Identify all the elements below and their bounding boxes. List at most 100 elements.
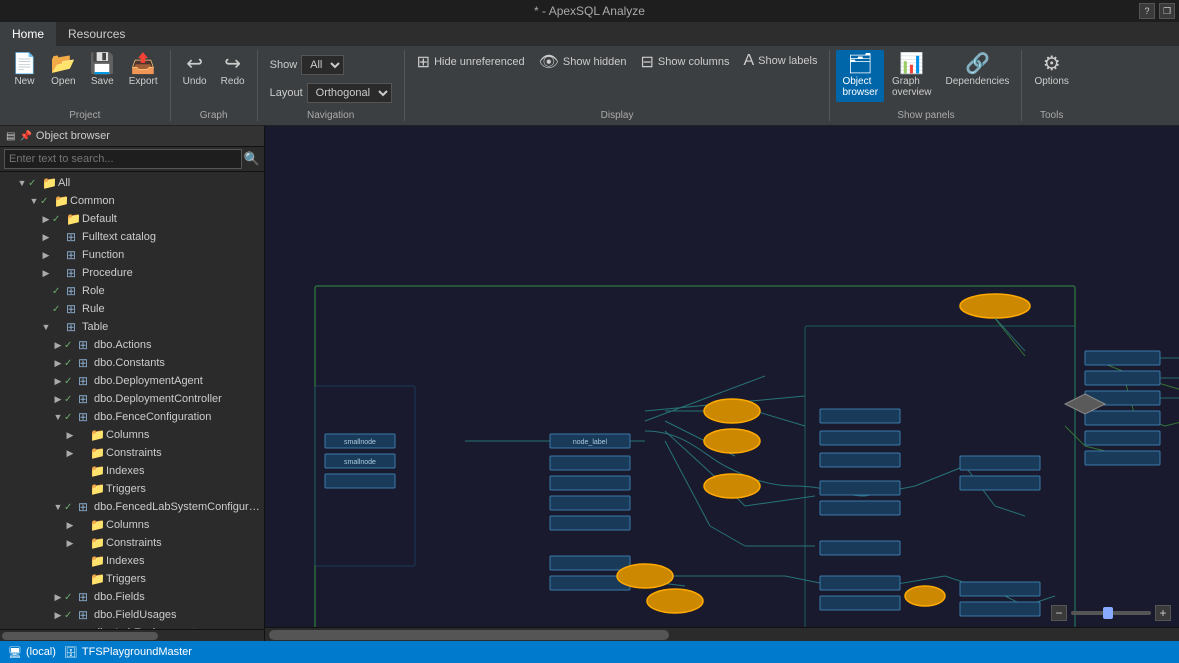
save-button[interactable]: 💾 Save — [84, 50, 121, 91]
graph-hscroll-thumb[interactable] — [269, 630, 669, 640]
new-button[interactable]: 📄 New — [6, 50, 43, 91]
save-label: Save — [91, 76, 114, 87]
layout-label: Layout — [270, 87, 303, 99]
hide-unreferenced-button[interactable]: ⊞ Hide unreferenced — [411, 50, 531, 74]
search-icon[interactable]: 🔍 — [244, 151, 260, 167]
expander-fc-columns: ▶ — [64, 430, 76, 441]
expander-dbo-constants: ▶ — [52, 358, 64, 369]
tree-item-function[interactable]: ▶ ✓ ⊞ Function — [0, 246, 264, 264]
show-select[interactable]: All — [301, 55, 344, 75]
graph-overview-button[interactable]: 📊 Graphoverview — [886, 50, 937, 102]
tree-item-role[interactable]: ▶ ✓ ⊞ Role — [0, 282, 264, 300]
zoom-slider[interactable] — [1071, 611, 1151, 615]
check-fc-constraints: ✓ — [76, 448, 90, 459]
ribbon-group-tools: ⚙ Options Tools — [1022, 50, 1080, 121]
tree-item-common[interactable]: ▼ ✓ 📁 Common — [0, 192, 264, 210]
tree-item-flsc-indexes[interactable]: ▶ ✓ 📁 Indexes — [0, 552, 264, 570]
tree-item-dbo-fencedlabsystemconfiguration[interactable]: ▼ ✓ ⊞ dbo.FencedLabSystemConfiguration — [0, 498, 264, 516]
label-procedure: Procedure — [82, 267, 264, 279]
layout-row: Layout Orthogonal — [264, 81, 398, 105]
tree-item-dbo-deploymentagent[interactable]: ▶ ✓ ⊞ dbo.DeploymentAgent — [0, 372, 264, 390]
object-browser-label: Objectbrowser — [842, 76, 878, 98]
tree-item-fc-constraints[interactable]: ▶ ✓ 📁 Constraints — [0, 444, 264, 462]
tree-item-rule[interactable]: ▶ ✓ ⊞ Rule — [0, 300, 264, 318]
tree-item-all[interactable]: ▼ ✓ 📁 All — [0, 174, 264, 192]
show-labels-button[interactable]: A Show labels — [737, 50, 823, 72]
tree-item-fc-columns[interactable]: ▶ ✓ 📁 Columns — [0, 426, 264, 444]
tree-item-dbo-fieldusages[interactable]: ▶ ✓ ⊞ dbo.FieldUsages — [0, 606, 264, 624]
object-browser-button[interactable]: 🗂 Objectbrowser — [836, 50, 884, 102]
ribbon-group-project: 📄 New 📂 Open 💾 Save 📤 Export Project — [0, 50, 171, 121]
label-fc-columns: Columns — [106, 429, 264, 441]
help-button[interactable]: ? — [1139, 3, 1155, 19]
check-fc-columns: ✓ — [76, 430, 90, 441]
tree-item-fc-triggers[interactable]: ▶ ✓ 📁 Triggers — [0, 480, 264, 498]
navigation-group-label: Navigation — [307, 110, 354, 121]
tree-item-fulltext-catalog[interactable]: ▶ ✓ ⊞ Fulltext catalog — [0, 228, 264, 246]
options-button[interactable]: ⚙ Options — [1028, 50, 1074, 91]
search-input[interactable] — [4, 149, 242, 169]
tree-item-flsc-triggers[interactable]: ▶ ✓ 📁 Triggers — [0, 570, 264, 588]
check-fc-indexes: ✓ — [76, 466, 90, 477]
tree-item-table[interactable]: ▼ ✓ ⊞ Table — [0, 318, 264, 336]
tree-item-flsc-columns[interactable]: ▶ ✓ 📁 Columns — [0, 516, 264, 534]
tab-home[interactable]: Home — [0, 22, 56, 46]
show-columns-icon: ⊟ — [641, 52, 654, 72]
server-name: (local) — [26, 646, 56, 658]
show-columns-label: Show columns — [658, 56, 730, 68]
icon-fc-constraints: 📁 — [90, 446, 106, 460]
server-icon: 🖥 — [8, 646, 22, 659]
label-default: Default — [82, 213, 264, 225]
ribbon-group-navigation: Show All Layout Orthogonal Navigation — [258, 50, 405, 121]
zoom-plus-button[interactable]: + — [1155, 605, 1171, 621]
show-hidden-label: Show hidden — [563, 56, 627, 68]
expander-fulltext: ▶ — [40, 232, 52, 243]
zoom-slider-thumb[interactable] — [1103, 607, 1113, 619]
collapse-icon: ▤ — [6, 131, 15, 142]
new-label: New — [14, 76, 34, 87]
icon-fc-triggers: 📁 — [90, 482, 106, 496]
icon-dbo-deploymentcontroller: ⊞ — [78, 392, 94, 406]
show-hidden-button[interactable]: 👁 Show hidden — [533, 50, 633, 74]
tree-hscroll[interactable] — [0, 629, 264, 641]
zoom-controls: − + — [1051, 605, 1171, 621]
open-button[interactable]: 📂 Open — [45, 50, 82, 91]
tree-item-default[interactable]: ▶ ✓ 📁 Default — [0, 210, 264, 228]
icon-flsc-columns: 📁 — [90, 518, 106, 532]
ribbon-tabs: Home Resources — [0, 22, 1179, 46]
tree-item-fc-indexes[interactable]: ▶ ✓ 📁 Indexes — [0, 462, 264, 480]
tree-item-dbo-fenceconfiguration[interactable]: ▼ ✓ ⊞ dbo.FenceConfiguration — [0, 408, 264, 426]
object-browser-panel: ▤ 📌 Object browser 🔍 ▼ ✓ 📁 All ▼ ✓ 📁 — [0, 126, 265, 641]
zoom-minus-button[interactable]: − — [1051, 605, 1067, 621]
object-browser-toolbar: 🔍 — [0, 147, 264, 172]
expander-fc-constraints: ▶ — [64, 448, 76, 459]
graph-hscroll[interactable] — [265, 627, 1179, 641]
label-dbo-flsc: dbo.FencedLabSystemConfiguration — [94, 501, 264, 513]
expander-all: ▼ — [16, 178, 28, 188]
redo-button[interactable]: ↪ Redo — [215, 50, 251, 91]
dependencies-button[interactable]: 🔗 Dependencies — [940, 50, 1016, 91]
export-button[interactable]: 📤 Export — [123, 50, 164, 91]
undo-button[interactable]: ↩ Undo — [177, 50, 213, 91]
expander-default: ▶ — [40, 214, 52, 225]
tree-item-dbo-actions[interactable]: ▶ ✓ ⊞ dbo.Actions — [0, 336, 264, 354]
check-flsc-indexes: ✓ — [76, 556, 90, 567]
expander-common: ▼ — [28, 196, 40, 206]
svg-text:smallnode: smallnode — [344, 459, 376, 466]
tab-resources[interactable]: Resources — [56, 22, 137, 46]
title-bar: * - ApexSQL Analyze ? ❐ — [0, 0, 1179, 22]
tools-group-label: Tools — [1040, 110, 1063, 121]
label-flsc-columns: Columns — [106, 519, 264, 531]
tree-item-dbo-deploymentcontroller[interactable]: ▶ ✓ ⊞ dbo.DeploymentController — [0, 390, 264, 408]
icon-fc-columns: 📁 — [90, 428, 106, 442]
restore-button[interactable]: ❐ — [1159, 3, 1175, 19]
tree-item-flsc-constraints[interactable]: ▶ ✓ 📁 Constraints — [0, 534, 264, 552]
tree-hscroll-thumb[interactable] — [2, 632, 158, 640]
expander-fc-triggers: ▶ — [64, 484, 76, 495]
show-columns-button[interactable]: ⊟ Show columns — [635, 50, 736, 74]
tree-item-procedure[interactable]: ▶ ✓ ⊞ Procedure — [0, 264, 264, 282]
layout-select[interactable]: Orthogonal — [307, 83, 392, 103]
tree-item-dbo-constants[interactable]: ▶ ✓ ⊞ dbo.Constants — [0, 354, 264, 372]
tree-item-dbo-fields[interactable]: ▶ ✓ ⊞ dbo.Fields — [0, 588, 264, 606]
icon-dbo-fieldusages: ⊞ — [78, 608, 94, 622]
